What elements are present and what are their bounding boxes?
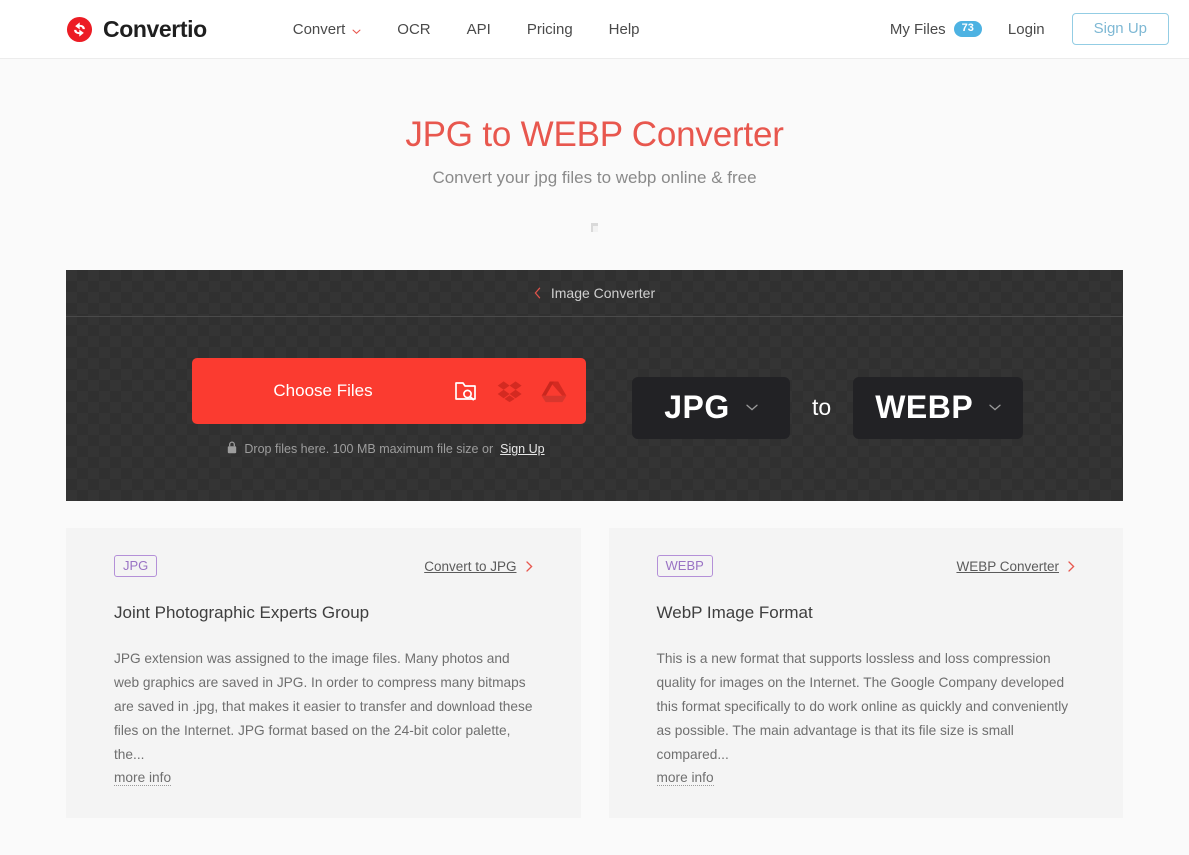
lock-icon: [227, 441, 237, 457]
nav-item-label: Convert: [292, 20, 346, 38]
choose-files-label: Choose Files: [273, 381, 373, 400]
card-link-label: WEBP Converter: [956, 558, 1059, 574]
webp-converter-link[interactable]: WEBP Converter: [956, 559, 1075, 574]
folder-search-icon[interactable]: [444, 380, 488, 402]
google-drive-icon[interactable]: [532, 380, 576, 403]
more-info-link[interactable]: more info: [114, 770, 172, 786]
card-header: JPG Convert to JPG: [114, 555, 533, 577]
page-subtitle: Convert your jpg files to webp online & …: [432, 168, 757, 187]
my-files-link[interactable]: My Files 73: [890, 21, 1008, 38]
main-nav: Convert OCR API Pricing Help: [283, 21, 658, 38]
chevron-down-icon: [352, 21, 361, 38]
format-badge: JPG: [114, 555, 158, 577]
card-title: Joint Photographic Experts Group: [114, 603, 370, 622]
chevron-right-icon: [1068, 560, 1075, 572]
card-title: WebP Image Format: [656, 603, 813, 622]
page-title: JPG to WEBP Converter: [405, 115, 784, 154]
brand-name: Convertio: [103, 15, 207, 42]
nav-item-ocr[interactable]: OCR: [379, 21, 448, 38]
my-files-label: My Files: [889, 20, 946, 38]
card-header: WEBP WEBP Converter: [656, 555, 1076, 577]
nav-item-pricing[interactable]: Pricing: [509, 21, 591, 38]
nav-item-label: API: [466, 20, 491, 38]
my-files-count-badge: 73: [953, 21, 982, 37]
dropbox-icon[interactable]: [488, 380, 532, 403]
drop-files-hint: Drop files here. 100 MB maximum file siz…: [192, 441, 586, 457]
to-label: to: [812, 394, 832, 420]
convertio-refresh-logo-icon: [66, 16, 93, 43]
chevron-left-icon: [534, 287, 541, 299]
login-link[interactable]: Login: [1008, 21, 1072, 38]
more-info-link[interactable]: more info: [656, 770, 714, 786]
chevron-down-icon: [989, 404, 1001, 411]
convert-to-jpg-link[interactable]: Convert to JPG: [424, 558, 533, 574]
format-card-webp: WEBP WEBP Converter WebP Image Format Th…: [608, 528, 1123, 818]
site-header: Convertio Convert OCR API Pricing Help M…: [0, 0, 1189, 59]
converter-panel: Image Converter Choose Files Drop files …: [66, 270, 1123, 501]
format-info-cards: JPG Convert to JPG Joint Photographic Ex…: [66, 528, 1123, 818]
converter-body: Choose Files Drop files here. 100 MB max…: [66, 317, 1123, 501]
hero-section: JPG to WEBP Converter Convert your jpg f…: [0, 59, 1189, 232]
target-format-value: WEBP: [875, 389, 974, 425]
broken-image-placeholder-icon: [591, 223, 598, 232]
format-card-jpg: JPG Convert to JPG Joint Photographic Ex…: [66, 528, 581, 818]
signup-button[interactable]: Sign Up: [1071, 13, 1169, 45]
drop-files-text: Drop files here. 100 MB maximum file siz…: [244, 442, 494, 456]
chevron-down-icon: [746, 404, 758, 411]
card-link-label: Convert to JPG: [424, 558, 517, 574]
nav-item-convert[interactable]: Convert: [283, 21, 380, 38]
format-badge: WEBP: [656, 555, 713, 577]
breadcrumb-label: Image Converter: [550, 285, 656, 301]
source-format-value: JPG: [664, 389, 730, 425]
nav-item-label: OCR: [397, 20, 431, 38]
format-selectors: JPG to WEBP: [632, 376, 1024, 439]
nav-item-help[interactable]: Help: [591, 21, 658, 38]
card-description: JPG extension was assigned to the image …: [114, 651, 533, 762]
header-actions: My Files 73 Login Sign Up: [890, 13, 1169, 45]
source-format-select[interactable]: JPG: [632, 376, 790, 439]
nav-item-api[interactable]: API: [449, 21, 509, 38]
brand-logo[interactable]: Convertio: [66, 16, 207, 43]
choose-files-button[interactable]: Choose Files: [192, 358, 586, 424]
converter-breadcrumb[interactable]: Image Converter: [66, 270, 1123, 317]
card-description: This is a new format that supports lossl…: [656, 651, 1069, 762]
nav-item-label: Help: [608, 20, 640, 38]
choose-files-column: Choose Files Drop files here. 100 MB max…: [192, 358, 586, 457]
nav-item-label: Pricing: [526, 20, 573, 38]
target-format-select[interactable]: WEBP: [853, 376, 1024, 439]
chevron-right-icon: [525, 560, 533, 572]
drop-signup-link[interactable]: Sign Up: [500, 442, 544, 456]
